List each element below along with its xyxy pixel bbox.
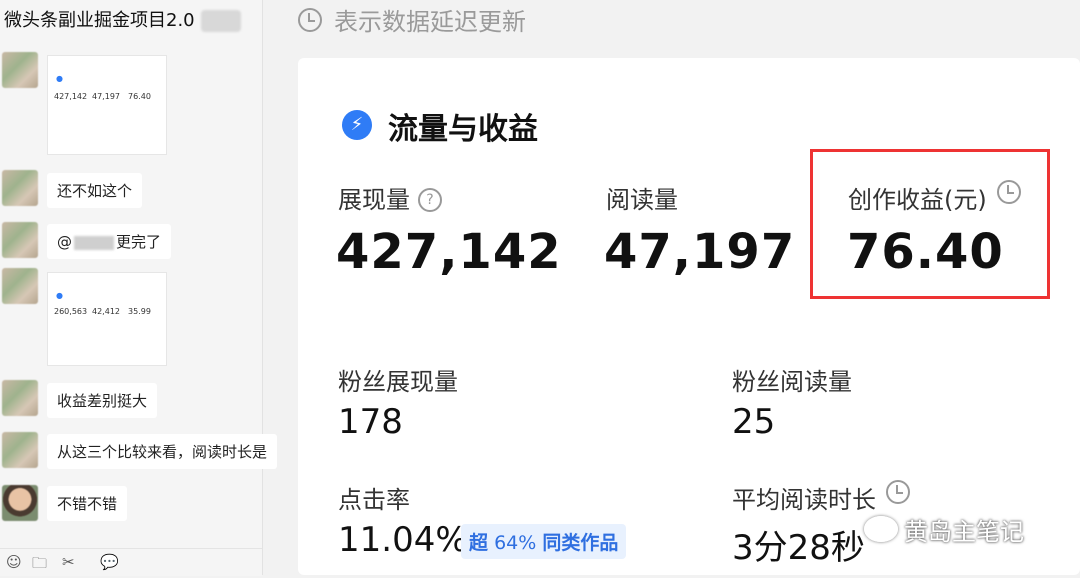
traffic-revenue-card: ⚡ 流量与收益 展现量? 427,142 阅读量 47,197 创作收益(元) … [298, 58, 1080, 575]
delay-note: 表示数据延迟更新 [298, 2, 526, 37]
impressions-label-text: 展现量 [338, 186, 410, 214]
fan-impressions-value: 178 [338, 402, 403, 442]
chat-title: 微头条副业掘金项目2.0 [4, 6, 241, 32]
ctr-value: 11.04% [338, 520, 468, 560]
avg-time-value: 3分28秒 [732, 528, 865, 568]
chat-history-icon[interactable]: 💬 [100, 553, 119, 571]
chat-title-text: 微头条副业掘金项目2.0 [4, 10, 195, 31]
clock-icon [886, 480, 910, 504]
avg-time-label: 平均阅读时长 [732, 480, 910, 515]
avatar[interactable] [2, 268, 38, 304]
earnings-label: 创作收益(元) [848, 180, 1021, 215]
impressions-value: 427,142 [336, 224, 562, 280]
thumb-value: 76.40 [128, 92, 151, 101]
fan-reads-value: 25 [732, 402, 776, 442]
badge-suffix: 同类作品 [542, 532, 619, 554]
chat-bubble[interactable]: 还不如这个 [47, 173, 143, 208]
wechat-icon [864, 516, 898, 542]
avatar[interactable] [2, 222, 38, 258]
watermark: 黄岛主笔记 [864, 512, 1024, 547]
section-title: 流量与收益 [388, 112, 538, 147]
watermark-text: 黄岛主笔记 [904, 518, 1024, 546]
lightning-icon: ⚡ [342, 110, 372, 140]
clock-icon [996, 180, 1021, 204]
delay-note-text: 表示数据延迟更新 [334, 8, 526, 36]
avatar[interactable] [2, 170, 38, 206]
folder-icon[interactable]: 🗀 [32, 553, 47, 578]
avatar[interactable] [2, 380, 38, 416]
impressions-label: 展现量? [338, 180, 442, 215]
image-message-1[interactable]: ● 427,142 47,197 76.40 [47, 55, 167, 155]
thumb-value: 42,412 [92, 307, 120, 316]
thumb-value: 260,563 [54, 307, 88, 316]
blurred-name [74, 235, 114, 250]
clock-icon [298, 8, 322, 32]
reads-label: 阅读量 [606, 186, 678, 214]
thumb-value: 47,197 [92, 92, 120, 101]
earnings-label-text: 创作收益(元) [848, 186, 987, 214]
fan-reads-label: 粉丝阅读量 [732, 368, 852, 396]
earnings-value: 76.40 [847, 224, 1004, 280]
thumb-header: ● [56, 291, 63, 300]
ctr-label: 点击率 [338, 486, 410, 514]
reads-value: 47,197 [604, 224, 796, 280]
ctr-comparison-badge: 超 64% 同类作品 [461, 524, 627, 559]
mention-at: @ [57, 233, 72, 251]
scissors-icon[interactable]: ✂ [62, 553, 75, 571]
badge-percent: 64% [494, 532, 537, 554]
avatar[interactable] [2, 52, 38, 88]
blurred-member-count [200, 10, 241, 32]
chat-bubble[interactable]: 收益差别挺大 [47, 383, 158, 418]
emoji-icon[interactable]: ☺ [6, 553, 22, 571]
thumb-value: 427,142 [54, 92, 88, 101]
avg-time-label-text: 平均阅读时长 [732, 486, 876, 514]
avatar[interactable] [2, 432, 38, 468]
thumb-value: 35.99 [128, 307, 151, 316]
avatar[interactable] [2, 485, 38, 521]
chat-bubble[interactable]: 从这三个比较来看，阅读时长是 [47, 434, 278, 469]
chat-toolbar: ☺ 🗀 ✂ 💬 [0, 548, 262, 576]
help-icon[interactable]: ? [418, 188, 442, 212]
chat-bubble-mention[interactable]: @ 更完了 [47, 224, 172, 259]
mention-text: 更完了 [116, 233, 162, 251]
badge-prefix: 超 [469, 532, 489, 554]
fan-impressions-label: 粉丝展现量 [338, 368, 458, 396]
thumb-header: ● [56, 74, 63, 83]
chat-panel: 微头条副业掘金项目2.0 ● 427,142 47,197 76.40 还不如这… [0, 0, 278, 576]
image-message-2[interactable]: ● 260,563 42,412 35.99 [47, 272, 167, 366]
chat-bubble[interactable]: 不错不错 [47, 486, 128, 521]
